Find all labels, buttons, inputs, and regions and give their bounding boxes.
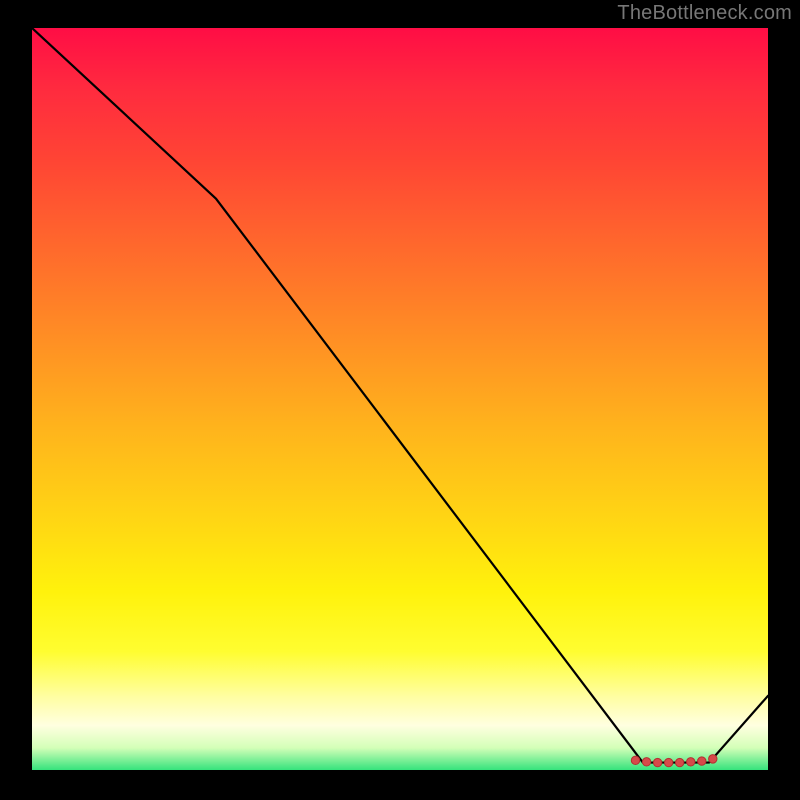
series-point <box>631 756 639 764</box>
series-point <box>653 758 661 766</box>
series-point <box>709 755 717 763</box>
chart-container: TheBottleneck.com <box>0 0 800 800</box>
series-point <box>664 758 672 766</box>
attribution-text: TheBottleneck.com <box>617 2 792 25</box>
series-point <box>687 758 695 766</box>
series-points <box>631 755 717 767</box>
chart-overlay <box>32 28 768 770</box>
series-point <box>698 757 706 765</box>
series-point <box>675 758 683 766</box>
series-line <box>32 28 768 763</box>
series-point <box>642 758 650 766</box>
